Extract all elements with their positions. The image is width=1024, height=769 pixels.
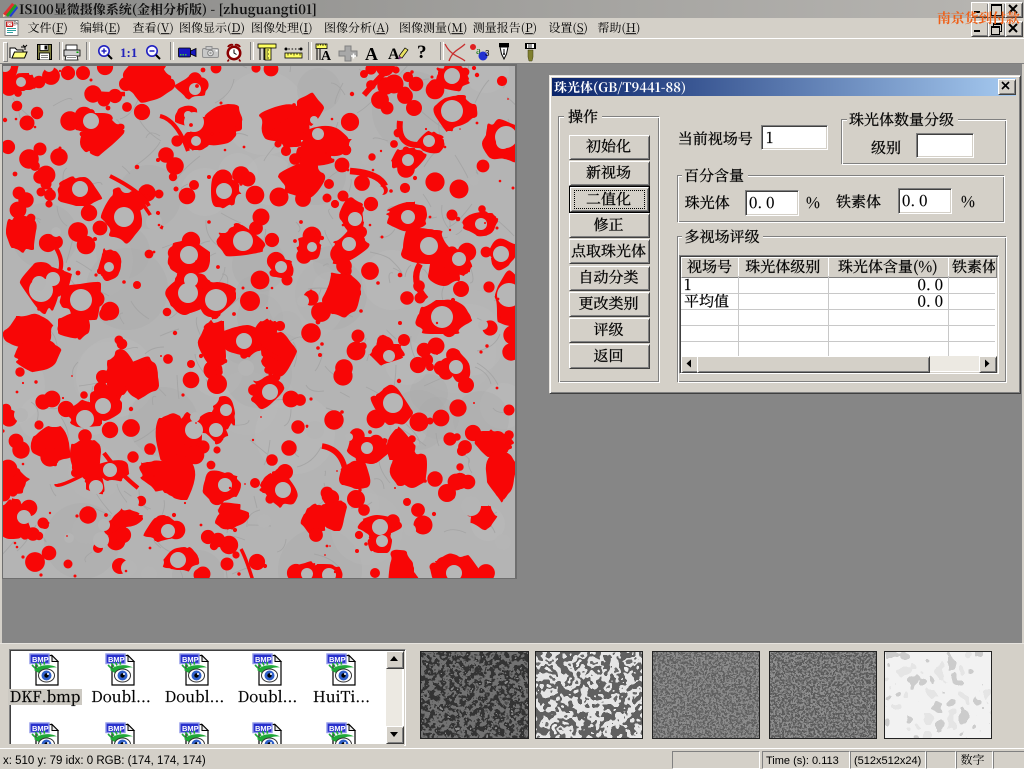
svg-text:A: A <box>388 46 400 62</box>
svg-text:DOC: DOC <box>7 22 16 27</box>
svg-text:3: 3 <box>485 49 490 58</box>
svg-text:A: A <box>321 49 332 62</box>
